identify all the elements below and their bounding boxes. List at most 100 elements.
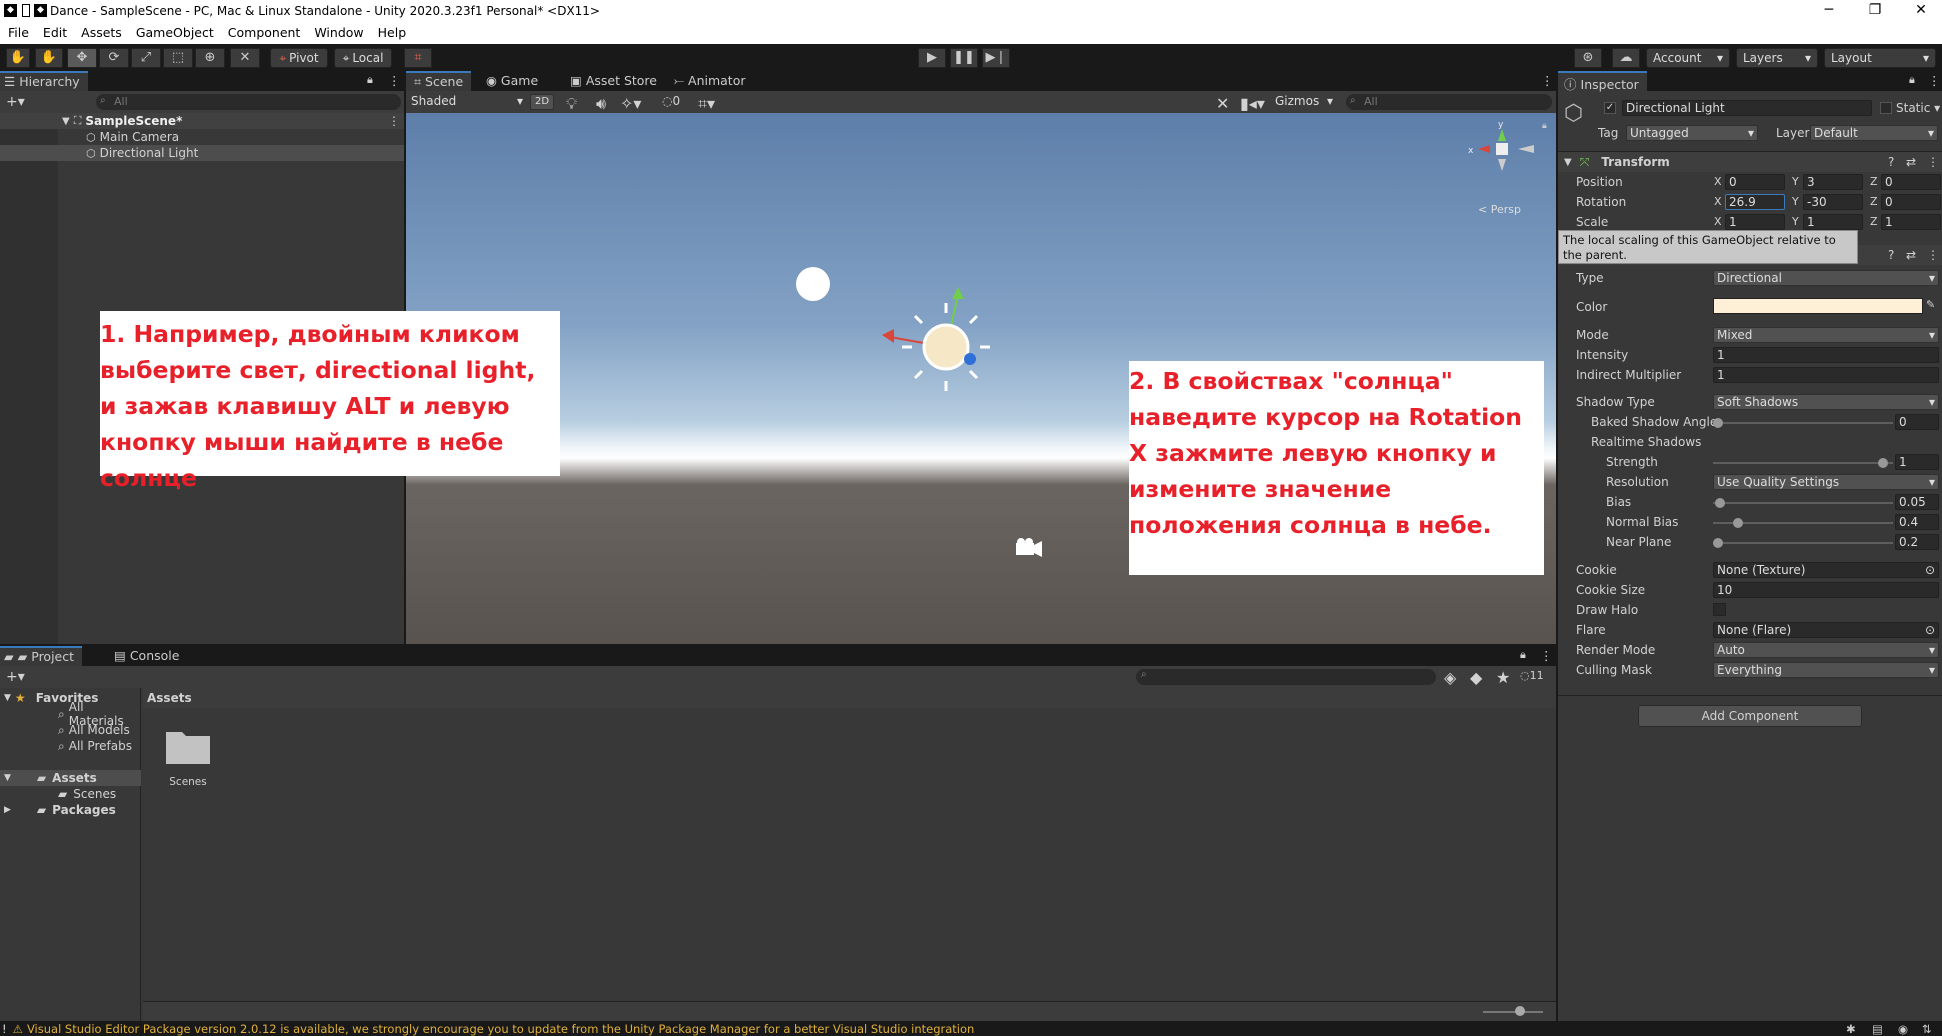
component-menu-icon[interactable]: ⋮ [1927,248,1939,262]
add-component-button[interactable]: Add Component [1638,705,1862,727]
menu-file[interactable]: File [0,23,35,40]
axis-y-label[interactable]: Y [1792,175,1799,188]
menu-component[interactable]: Component [220,23,307,40]
help-icon[interactable]: ? [1888,155,1894,169]
hierarchy-item[interactable]: ⬡ Directional Light [0,145,404,161]
expand-icon[interactable]: ▼ [4,693,11,703]
expand-icon[interactable]: ▼ [62,116,70,127]
menu-assets[interactable]: Assets [73,23,128,40]
indirect-multiplier-field[interactable]: 1 [1713,367,1939,383]
axis-y-label[interactable]: Y [1792,215,1799,228]
maximize-button[interactable]: ❐ [1852,0,1898,23]
bias-field[interactable]: 0.05 [1895,494,1939,510]
cookie-field[interactable]: None (Texture) ⊙ [1713,562,1939,578]
persp-label[interactable]: < Persp [1478,203,1521,216]
expand-icon[interactable]: ▼ [1564,157,1572,168]
scale-z-field[interactable]: 1 [1881,214,1941,230]
step-button[interactable]: ▶❘ [982,48,1010,68]
camera-icon[interactable]: ▮◂▾ [1240,94,1265,113]
expand-icon[interactable]: ▼ [4,773,11,783]
lighting-icon[interactable]: 💡︎ [566,94,577,114]
transform-header[interactable]: ▼ ⤧ Transform ? ⇄ ⋮ [1558,152,1942,172]
intensity-field[interactable]: 1 [1713,347,1939,363]
gizmos-dropdown[interactable]: Gizmos ▾ [1272,94,1336,110]
tab-hierarchy[interactable]: ☰ Hierarchy [0,71,88,91]
rotation-y-field[interactable]: -30 [1803,194,1863,210]
resolution-dropdown[interactable]: Use Quality Settings ▾ [1713,474,1939,490]
axis-x-label[interactable]: X [1714,175,1722,188]
pause-button[interactable]: ❚❚ [950,48,978,68]
culling-mask-dropdown[interactable]: Everything ▾ [1713,662,1939,678]
filter-type-icon[interactable]: ◈ [1444,668,1456,687]
zoom-slider[interactable] [1483,1011,1543,1013]
object-picker-icon[interactable]: ⊙ [1925,563,1935,577]
scale-tool-icon[interactable]: ⤢ [131,48,161,68]
preset-icon[interactable]: ⇄ [1906,248,1916,262]
lock-icon[interactable]: 🔒︎ [367,73,373,87]
strength-slider[interactable] [1713,454,1893,472]
minimize-button[interactable]: ─ [1806,0,1852,23]
hidden-objects-icon[interactable]: ◌0 [662,94,680,108]
help-icon[interactable]: ? [1888,248,1894,262]
near-plane-slider[interactable] [1713,534,1893,552]
audio-icon[interactable]: 🔊︎ [596,94,606,114]
position-z-field[interactable]: 0 [1881,174,1941,190]
layer-dropdown[interactable]: Default ▾ [1810,125,1938,141]
object-name-field[interactable]: Directional Light [1622,100,1872,116]
tools-icon[interactable]: ✕ [1216,94,1229,113]
tab-console[interactable]: ▤ Console [106,646,187,666]
shading-dropdown[interactable]: Shaded ▾ [408,94,526,110]
packages-row[interactable]: ▶ ▰ Packages [0,802,141,818]
2d-toggle[interactable]: 2D [530,94,554,110]
project-search-input[interactable] [1136,669,1436,685]
flare-field[interactable]: None (Flare) ⊙ [1713,622,1939,638]
light-gizmo-icon[interactable] [876,277,1016,417]
hand-tool-icon[interactable]: ✋ [6,48,30,68]
tab-project[interactable]: ▰ ▰ Project [0,646,83,666]
rotate-tool-icon[interactable]: ⟳ [99,48,129,68]
menu-window[interactable]: Window [306,23,369,40]
debug-icon[interactable]: ✱ [1846,1022,1856,1036]
status-bar[interactable]: ! ⚠ Visual Studio Editor Package version… [0,1021,1942,1036]
normal-bias-slider[interactable] [1713,514,1893,532]
assets-row[interactable]: ▼ ▰ Assets [0,770,141,786]
normal-bias-field[interactable]: 0.4 [1895,514,1939,530]
scene-more-icon[interactable]: ⋮ [388,114,400,128]
hidden-packages-icon[interactable]: ◌11 [1520,669,1544,682]
tab-game[interactable]: ◉ Game [478,71,546,91]
add-icon[interactable]: +▾ [6,669,25,685]
rotation-x-field[interactable]: 26.9 [1725,194,1785,210]
draw-halo-checkbox[interactable] [1713,603,1726,616]
lock-icon[interactable]: 🔒︎ [1520,648,1526,662]
object-picker-icon[interactable]: ⊙ [1925,623,1935,637]
more-menu-icon[interactable]: ⋮ [1540,648,1553,663]
mode-dropdown[interactable]: Mixed ▾ [1713,327,1939,343]
camera-gizmo-icon[interactable] [1012,535,1046,561]
filter-label-icon[interactable]: ◆ [1470,668,1482,687]
hierarchy-item[interactable]: ⬡ Main Camera [0,129,404,145]
collab-icon[interactable]: ⊛ [1574,48,1602,68]
position-y-field[interactable]: 3 [1803,174,1863,190]
lock-icon[interactable]: 🔒︎ [1909,73,1915,87]
favorite-item[interactable]: ⌕ All Materials [58,700,140,728]
move-tool-icon[interactable]: ✥ [67,48,97,68]
favorite-item[interactable]: ⌕ All Models [58,722,130,738]
hierarchy-search-input[interactable]: All [96,94,401,110]
render-mode-dropdown[interactable]: Auto ▾ [1713,642,1939,658]
shadow-type-dropdown[interactable]: Soft Shadows ▾ [1713,394,1939,410]
axis-x-label[interactable]: X [1714,195,1722,208]
near-plane-field[interactable]: 0.2 [1895,534,1939,550]
axis-z-label[interactable]: Z [1870,175,1878,188]
baked-angle-slider[interactable] [1713,414,1893,432]
rotation-z-field[interactable]: 0 [1881,194,1941,210]
star-icon[interactable]: ★ [1496,668,1510,687]
static-checkbox[interactable] [1880,102,1892,114]
more-menu-icon[interactable]: ⋮ [1928,73,1941,88]
eyedropper-icon[interactable]: ✎ [1926,298,1935,311]
window-menu-icon[interactable] [22,4,30,17]
menu-help[interactable]: Help [370,23,413,40]
play-button[interactable]: ▶ [918,48,946,68]
component-menu-icon[interactable]: ⋮ [1927,155,1939,169]
progress-icon[interactable]: ◉ [1898,1022,1908,1036]
local-toggle[interactable]: ⌖ Local [334,48,392,68]
